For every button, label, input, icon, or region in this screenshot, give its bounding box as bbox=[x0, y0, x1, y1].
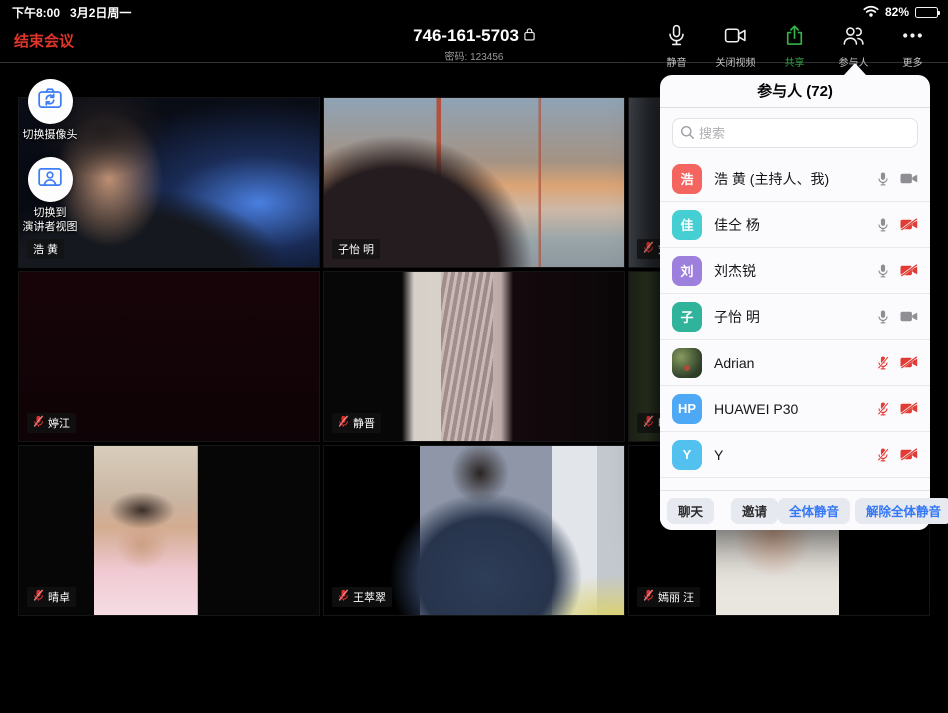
avatar: HP bbox=[672, 394, 702, 424]
mic-off-icon[interactable] bbox=[876, 447, 890, 463]
zoom-meeting-screen: 下午8:00 3月2日周一 82% 结束会议 746-161-5703 密码: 1… bbox=[0, 0, 948, 713]
avatar: 子 bbox=[672, 302, 702, 332]
speaker-view-icon bbox=[37, 164, 63, 195]
participant-row[interactable]: 刘 刘杰锐 bbox=[660, 248, 930, 294]
avatar: 佳 bbox=[672, 210, 702, 240]
popover-arrow bbox=[844, 63, 866, 75]
avatar: 浩 bbox=[672, 164, 702, 194]
participants-title: 参与人 (72) bbox=[660, 75, 930, 108]
side-controls: 切换摄像头 切换到演讲者视图 bbox=[15, 79, 85, 248]
switch-camera-button[interactable]: 切换摄像头 bbox=[15, 79, 85, 143]
mic-on-icon[interactable] bbox=[876, 263, 890, 279]
participants-icon bbox=[841, 23, 866, 53]
mute-all-button[interactable]: 全体静音 bbox=[778, 498, 850, 524]
participant-name-badge: 晴卓 bbox=[27, 587, 76, 607]
more-icon bbox=[900, 23, 925, 53]
participant-name: Adrian bbox=[714, 355, 876, 371]
meeting-toolbar: 结束会议 746-161-5703 密码: 123456 静音 关闭视频 共享 bbox=[0, 22, 948, 63]
mic-on-icon[interactable] bbox=[876, 217, 890, 233]
participant-name-badge: 婷江 bbox=[27, 413, 76, 433]
speaker-view-label: 切换到演讲者视图 bbox=[23, 207, 78, 235]
share-button[interactable]: 共享 bbox=[765, 23, 824, 69]
mic-off-icon[interactable] bbox=[876, 401, 890, 417]
video-tile[interactable]: 子怡 明 bbox=[323, 97, 625, 268]
video-on-icon[interactable] bbox=[900, 172, 918, 185]
video-off-icon[interactable] bbox=[900, 218, 918, 231]
avatar: 刘 bbox=[672, 256, 702, 286]
wifi-icon bbox=[863, 5, 879, 20]
lock-icon bbox=[524, 26, 535, 46]
muted-mic-icon bbox=[643, 241, 654, 257]
participant-row[interactable]: 佳 佳仝 杨 bbox=[660, 202, 930, 248]
video-off-icon[interactable] bbox=[900, 448, 918, 461]
muted-mic-icon bbox=[338, 589, 349, 605]
participants-footer: 聊天 邀请 全体静音 解除全体静音 bbox=[660, 490, 930, 530]
muted-mic-icon bbox=[643, 415, 654, 431]
participant-row[interactable]: Y Y bbox=[660, 432, 930, 478]
participant-name-badge: 子怡 明 bbox=[332, 239, 380, 259]
muted-mic-icon bbox=[33, 415, 44, 431]
video-tile[interactable]: 静晋 bbox=[323, 271, 625, 442]
battery-percent: 82% bbox=[885, 5, 909, 19]
participant-name-badge: 嫣丽 汪 bbox=[637, 587, 700, 607]
video-tile[interactable]: 婷江 bbox=[18, 271, 320, 442]
status-bar: 下午8:00 3月2日周一 82% bbox=[0, 0, 948, 22]
participant-row[interactable]: 浩 浩 黄 (主持人、我) bbox=[660, 156, 930, 202]
search-icon bbox=[680, 125, 695, 140]
battery-icon bbox=[915, 7, 938, 18]
participant-row[interactable]: Adrian bbox=[660, 340, 930, 386]
date: 3月2日周一 bbox=[70, 6, 131, 20]
participant-name: HUAWEI P30 bbox=[714, 401, 876, 417]
participant-name-badge: 王萃翠 bbox=[332, 587, 392, 607]
participants-panel: 参与人 (72) 浩 浩 黄 (主持人、我) 佳 佳仝 杨 bbox=[660, 75, 930, 530]
invite-button[interactable]: 邀请 bbox=[731, 498, 778, 524]
clock: 下午8:00 bbox=[12, 6, 60, 20]
microphone-icon bbox=[664, 23, 689, 53]
participant-name: Y bbox=[714, 447, 876, 463]
switch-camera-icon bbox=[37, 86, 63, 117]
participant-name-badge: 静晋 bbox=[332, 413, 381, 433]
mic-on-icon[interactable] bbox=[876, 171, 890, 187]
video-tile[interactable]: 王萃翠 bbox=[323, 445, 625, 616]
video-camera-icon bbox=[723, 23, 748, 53]
video-off-icon[interactable] bbox=[900, 264, 918, 277]
toolbar-actions: 静音 关闭视频 共享 参与人 更多 bbox=[647, 23, 942, 69]
stop-video-button[interactable]: 关闭视频 bbox=[706, 23, 765, 69]
participant-name: 子怡 明 bbox=[714, 307, 876, 327]
avatar bbox=[672, 348, 702, 378]
video-off-icon[interactable] bbox=[900, 356, 918, 369]
avatar: Y bbox=[672, 440, 702, 470]
participant-name: 浩 黄 (主持人、我) bbox=[714, 169, 876, 189]
unmute-all-button[interactable]: 解除全体静音 bbox=[855, 498, 948, 524]
muted-mic-icon bbox=[338, 415, 349, 431]
share-icon bbox=[782, 23, 807, 53]
video-on-icon[interactable] bbox=[900, 310, 918, 323]
participant-row[interactable]: 子 子怡 明 bbox=[660, 294, 930, 340]
participant-name: 佳仝 杨 bbox=[714, 215, 876, 235]
video-tile[interactable]: 晴卓 bbox=[18, 445, 320, 616]
participants-list: 浩 浩 黄 (主持人、我) 佳 佳仝 杨 刘 刘杰锐 bbox=[660, 154, 930, 478]
participant-row[interactable]: HP HUAWEI P30 bbox=[660, 386, 930, 432]
chat-button[interactable]: 聊天 bbox=[667, 498, 714, 524]
search-input[interactable] bbox=[672, 118, 918, 148]
mute-button[interactable]: 静音 bbox=[647, 23, 706, 69]
mic-off-icon[interactable] bbox=[876, 355, 890, 371]
more-button[interactable]: 更多 bbox=[883, 23, 942, 69]
mic-on-icon[interactable] bbox=[876, 309, 890, 325]
muted-mic-icon bbox=[643, 589, 654, 605]
video-off-icon[interactable] bbox=[900, 402, 918, 415]
switch-camera-label: 切换摄像头 bbox=[23, 129, 78, 143]
participant-name: 刘杰锐 bbox=[714, 261, 876, 281]
speaker-view-button[interactable]: 切换到演讲者视图 bbox=[15, 157, 85, 235]
meeting-id: 746-161-5703 bbox=[413, 26, 519, 46]
muted-mic-icon bbox=[33, 589, 44, 605]
